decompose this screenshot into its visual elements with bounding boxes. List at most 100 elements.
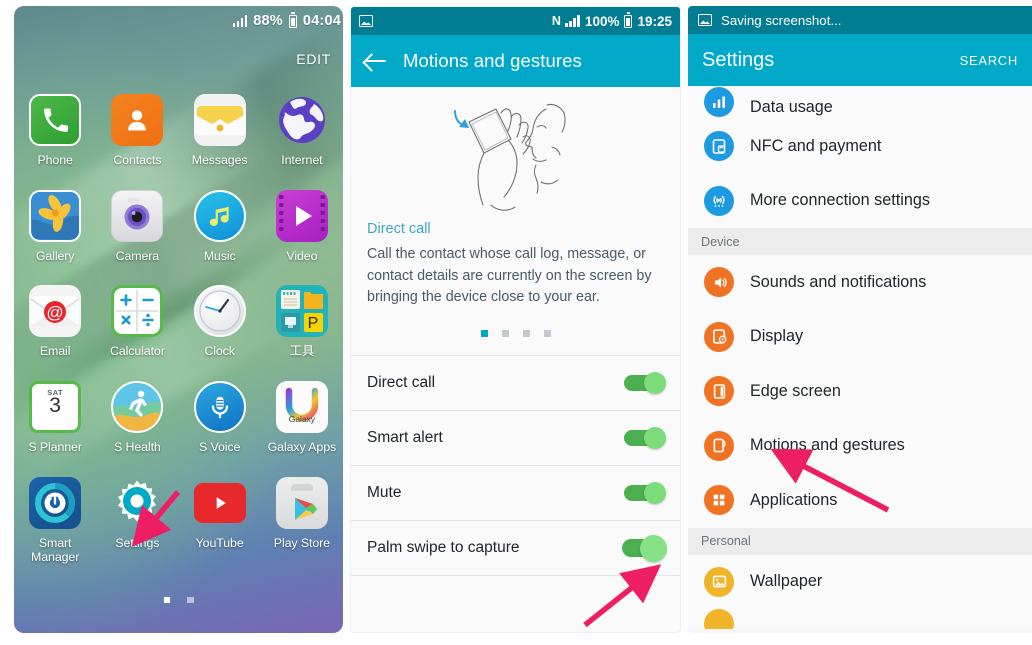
settings-row-partial-next[interactable] <box>688 609 1032 629</box>
app-contacts[interactable]: Contacts <box>96 94 178 168</box>
battery-percent-label: 88% <box>253 13 283 29</box>
settings-label: Applications <box>750 490 838 509</box>
settings-label: Data usage <box>750 98 833 116</box>
app-messages[interactable]: Messages <box>179 94 261 168</box>
battery-icon <box>624 12 633 28</box>
home-page-indicator[interactable] <box>14 596 343 603</box>
app-label: Calculator <box>109 344 165 359</box>
settings-label: Wallpaper <box>750 572 823 591</box>
gesture-preview-description: Direct call Call the contact whose call … <box>351 217 680 309</box>
app-calculator[interactable]: Calculator <box>96 285 178 359</box>
settings-row-display[interactable]: Display <box>688 309 1032 364</box>
edit-button[interactable]: EDIT <box>296 51 331 67</box>
settings-row-motions-and-gestures[interactable]: Motions and gestures <box>688 418 1032 473</box>
gesture-dot-2[interactable] <box>501 330 509 338</box>
app-play-store[interactable]: Play Store <box>261 476 343 565</box>
app-email[interactable]: @ Email <box>14 285 96 359</box>
app-youtube[interactable]: YouTube <box>179 477 261 565</box>
settings-row-more-connection-settings[interactable]: More connection settings <box>688 173 1032 228</box>
settings-panel: Saving screenshot... Settings SEARCH Dat… <box>688 6 1032 633</box>
smart-manager-icon <box>29 476 82 529</box>
tools-folder-icon: P <box>275 285 328 338</box>
app-gallery[interactable]: Gallery <box>14 189 96 264</box>
app-s-voice[interactable]: S Voice <box>179 380 261 455</box>
email-icon: @ <box>29 285 82 338</box>
search-button[interactable]: SEARCH <box>960 53 1018 68</box>
app-phone[interactable]: Phone <box>14 94 96 168</box>
mute-toggle[interactable] <box>624 482 666 505</box>
gesture-row-smart-alert[interactable]: Smart alert <box>351 411 680 467</box>
settings-list: Data usage NFC and payment More connecti… <box>688 86 1032 629</box>
gesture-dot-1[interactable] <box>480 330 488 338</box>
settings-label: More connection settings <box>750 191 930 210</box>
edge-screen-icon <box>704 376 734 407</box>
more-connections-icon <box>704 185 734 216</box>
gesture-row-mute[interactable]: Mute <box>351 466 680 522</box>
app-label: Email <box>39 344 71 359</box>
settings-row-edge-screen[interactable]: Edge screen <box>688 364 1032 419</box>
gesture-dot-3[interactable] <box>522 330 530 338</box>
direct-call-toggle[interactable] <box>624 372 666 395</box>
screenshot-icon <box>698 14 712 26</box>
gesture-label: Mute <box>367 484 402 502</box>
settings-section-device: Device <box>688 228 1032 255</box>
app-music[interactable]: Music <box>179 189 261 264</box>
gesture-label: Smart alert <box>367 429 443 447</box>
app-label: YouTube <box>195 535 244 550</box>
play-store-icon <box>275 476 328 529</box>
clock-label: 19:25 <box>637 13 672 29</box>
app-label: Internet <box>281 153 323 167</box>
settings-label: Sounds and notifications <box>750 272 927 291</box>
battery-percent-label: 100% <box>584 13 620 29</box>
smart-alert-toggle[interactable] <box>624 427 666 450</box>
galaxy-apps-icon: Galaxy <box>275 380 328 433</box>
settings-app-bar: Settings SEARCH <box>688 34 1032 86</box>
app-tools-folder[interactable]: P 工具 <box>261 285 343 359</box>
settings-row-wallpaper[interactable]: Wallpaper <box>688 554 1032 609</box>
s-voice-icon <box>193 380 246 433</box>
settings-row-sounds-and-notifications[interactable]: Sounds and notifications <box>688 255 1032 310</box>
app-settings[interactable]: Settings <box>96 477 178 565</box>
app-s-health[interactable]: S Health <box>96 380 178 455</box>
gesture-page-indicator[interactable] <box>351 330 680 338</box>
motions-gestures-icon <box>704 430 734 461</box>
page-dot-1[interactable] <box>163 596 170 603</box>
calculator-icon <box>111 285 164 338</box>
settings-section-personal: Personal <box>688 527 1032 555</box>
app-clock[interactable]: Clock <box>179 285 261 359</box>
app-label: Clock <box>204 344 235 359</box>
screenshot-icon <box>359 15 373 27</box>
settings-row-applications[interactable]: Applications <box>688 473 1032 528</box>
app-label: Play Store <box>273 535 330 550</box>
app-internet[interactable]: Internet <box>261 94 343 168</box>
home-status-bar: 88% 04:04 <box>14 6 343 36</box>
gesture-toggle-list: Direct call Smart alert Mute Palm swipe … <box>351 355 680 577</box>
app-video[interactable]: Video <box>261 189 343 264</box>
gesture-row-direct-call[interactable]: Direct call <box>351 356 680 412</box>
settings-row-data-usage[interactable]: Data usage <box>688 86 1032 119</box>
app-label: Galaxy Apps <box>267 439 337 454</box>
page-dot-2[interactable] <box>187 596 194 603</box>
wallpaper-icon <box>704 566 734 597</box>
section-label: Device <box>701 234 740 249</box>
back-arrow-icon[interactable] <box>365 52 387 70</box>
clock-label: 04:04 <box>302 13 341 29</box>
gesture-dot-4[interactable] <box>543 330 551 338</box>
app-s-planner[interactable]: SAT 3 S Planner <box>14 380 96 455</box>
palm-swipe-toggle[interactable] <box>622 534 667 562</box>
contacts-icon <box>111 94 164 146</box>
sound-icon <box>704 267 734 298</box>
settings-gear-icon <box>111 477 163 529</box>
app-galaxy-apps[interactable]: Galaxy Galaxy Apps <box>261 380 343 455</box>
settings-label: Edge screen <box>750 381 841 400</box>
app-smart-manager[interactable]: Smart Manager <box>14 476 96 565</box>
app-label: Settings <box>115 535 160 550</box>
app-row: SAT 3 S Planner S Health S Voice Galaxy … <box>14 380 343 455</box>
app-camera[interactable]: Camera <box>96 189 178 264</box>
messages-icon <box>193 94 246 146</box>
app-row: Phone Contacts Messages Internet <box>14 94 343 168</box>
app-label: S Health <box>114 439 161 454</box>
gesture-row-palm-swipe[interactable]: Palm swipe to capture <box>351 521 680 577</box>
settings-row-nfc-and-payment[interactable]: NFC and payment <box>688 119 1032 174</box>
clock-icon <box>193 285 246 338</box>
